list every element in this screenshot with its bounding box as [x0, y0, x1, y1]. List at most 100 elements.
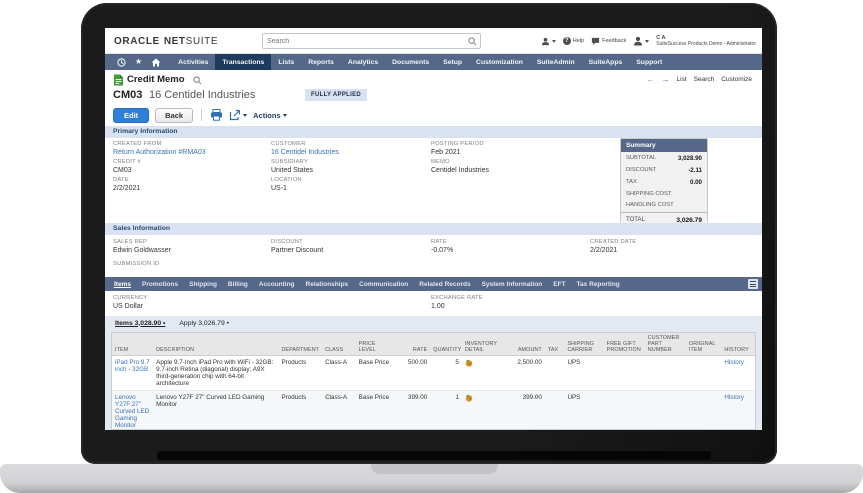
item-tax — [544, 355, 565, 391]
feedback-button[interactable]: Feedback — [591, 37, 626, 46]
record-title-row: Credit Memo ← → List Search Customize — [105, 72, 762, 88]
field-subsidiary: SUBSIDIARY United States — [271, 159, 313, 174]
nav-item-support[interactable]: Support — [629, 54, 669, 70]
history-link[interactable]: History — [721, 355, 755, 391]
field-label: CREATED DATE — [590, 239, 637, 245]
export-menu[interactable] — [229, 109, 248, 121]
tab-billing[interactable]: Billing — [228, 281, 248, 288]
col-history[interactable]: HISTORY — [721, 333, 755, 356]
back-button[interactable]: Back — [155, 107, 194, 123]
tab-shipping[interactable]: Shipping — [189, 281, 217, 288]
search-icon[interactable] — [468, 37, 477, 46]
netsuite-screen: ORACLENETSUITE ? Help Feedback — [105, 28, 762, 430]
primary-information-header[interactable]: Primary Information — [105, 126, 762, 138]
history-link[interactable]: History — [721, 390, 755, 429]
nav-item-suiteadmin[interactable]: SuiteAdmin — [530, 54, 582, 70]
caret-down-icon — [282, 113, 287, 117]
tab-relationships[interactable]: Relationships — [306, 281, 349, 288]
print-icon[interactable] — [210, 109, 223, 121]
summary-row-tax: TAX 0.00 — [621, 176, 707, 188]
subtab-apply[interactable]: Apply 3,026.79 • — [179, 320, 229, 327]
tab-items[interactable]: Items — [114, 281, 131, 288]
col-rate[interactable]: RATE — [394, 333, 431, 356]
roles-menu[interactable] — [541, 37, 556, 46]
field-value: US Dollar — [113, 302, 143, 310]
tab-menu-icon[interactable] — [748, 279, 758, 289]
tab-system-information[interactable]: System Information — [482, 281, 543, 288]
laptop-mockup: ORACLENETSUITE ? Help Feedback — [0, 0, 863, 493]
item-part-number — [644, 355, 686, 391]
col-quantity[interactable]: QUANTITY — [430, 333, 462, 356]
field-value: Centidel Industries — [431, 166, 489, 174]
col-customer-part-number[interactable]: CUSTOMER PART NUMBER — [644, 333, 686, 356]
list-link[interactable]: List — [677, 76, 687, 83]
col-inventory-detail[interactable]: INVENTORY DETAIL — [461, 333, 502, 356]
table-row: Lenovo Y27F 27" Curved LED Gaming Monito… — [112, 390, 755, 429]
feedback-icon — [591, 37, 600, 45]
subtab-items[interactable]: Items 3,028.90 • — [115, 320, 165, 327]
nav-item-documents[interactable]: Documents — [385, 54, 436, 70]
col-original-item[interactable]: ORIGINAL ITEM — [685, 333, 722, 356]
field-label: SUBMISSION ID — [113, 261, 160, 267]
nav-item-transactions[interactable]: Transactions — [215, 54, 272, 70]
item-price-level: Base Price — [355, 390, 395, 429]
nav-item-lists[interactable]: Lists — [271, 54, 301, 70]
col-shipping-carrier[interactable]: SHIPPING CARRIER — [564, 333, 604, 356]
item-department: Products — [278, 355, 323, 391]
col-department[interactable]: DEPARTMENT — [278, 333, 323, 356]
user-block[interactable]: C A SuiteSuccess Products Demo - Adminis… — [656, 35, 756, 47]
global-search-input[interactable] — [267, 34, 462, 48]
recent-records-icon[interactable] — [117, 57, 126, 67]
customize-link[interactable]: Customize — [721, 76, 752, 83]
customer-link[interactable]: 16 Centidel Industries — [271, 149, 339, 156]
nav-item-setup[interactable]: Setup — [436, 54, 469, 70]
tab-accounting[interactable]: Accounting — [259, 281, 295, 288]
inventory-detail-icon[interactable] — [465, 359, 473, 367]
global-search[interactable] — [262, 33, 481, 49]
col-amount[interactable]: AMOUNT — [501, 333, 545, 356]
created-from-link[interactable]: Return Authorization #RMA03 — [113, 149, 206, 156]
tab-tax-reporting[interactable]: Tax Reporting — [577, 281, 620, 288]
field-value: 1.00 — [431, 302, 445, 310]
item-link[interactable]: Lenovo Y27F 27" Curved LED Gaming Monito… — [112, 390, 154, 429]
shortcuts-star-icon[interactable]: ★ — [135, 54, 142, 70]
nav-item-reports[interactable]: Reports — [301, 54, 341, 70]
inventory-detail-icon[interactable] — [465, 394, 473, 402]
next-record-arrow-icon[interactable]: → — [662, 75, 670, 84]
item-amount: 2,500.00 — [501, 355, 545, 391]
sales-information-header[interactable]: Sales Information — [105, 223, 762, 235]
search-link[interactable]: Search — [694, 76, 715, 83]
nav-item-activities[interactable]: Activities — [171, 54, 215, 70]
help-button[interactable]: ? Help — [562, 37, 584, 45]
summary-row-subtotal: SUBTOTAL 3,028.90 — [621, 152, 707, 164]
col-description[interactable]: DESCRIPTION — [153, 333, 279, 356]
col-item[interactable]: ITEM — [112, 333, 154, 356]
col-free-gift-promotion[interactable]: FREE GIFT PROMOTION — [603, 333, 645, 356]
tab-communication[interactable]: Communication — [359, 281, 408, 288]
item-link[interactable]: iPad Pro 9.7 inch - 32GB — [112, 355, 154, 391]
item-shipping-carrier: UPS — [564, 355, 604, 391]
nav-item-suiteapps[interactable]: SuiteApps — [582, 54, 630, 70]
field-label: SALES REP — [113, 239, 148, 245]
tab-promotions[interactable]: Promotions — [142, 281, 178, 288]
col-class[interactable]: CLASS — [322, 333, 356, 356]
items-panel: Items 3,028.90 • Apply 3,026.79 • ITEM D… — [105, 316, 762, 430]
tab-related-records[interactable]: Related Records — [419, 281, 470, 288]
field-sales-rep: SALES REP Edwin Goldwasser — [113, 239, 171, 254]
user-menu[interactable] — [633, 36, 650, 46]
edit-button[interactable]: Edit — [113, 107, 150, 123]
prev-record-arrow-icon[interactable]: ← — [647, 75, 655, 84]
quick-search-icon[interactable] — [193, 76, 202, 85]
laptop-notch — [371, 464, 498, 474]
actions-menu[interactable]: Actions — [253, 111, 287, 120]
nav-item-customization[interactable]: Customization — [469, 54, 530, 70]
tab-eft[interactable]: EFT — [553, 281, 565, 288]
nav-icon-group: ★ — [105, 54, 171, 70]
field-memo: MEMO Centidel Industries — [431, 159, 489, 174]
col-tax[interactable]: TAX — [544, 333, 565, 356]
col-price-level[interactable]: PRICE LEVEL — [355, 333, 395, 356]
nav-item-analytics[interactable]: Analytics — [341, 54, 385, 70]
summary-value: 0.00 — [689, 178, 702, 186]
home-icon[interactable] — [151, 58, 161, 67]
record-number: CM03 — [113, 89, 143, 101]
